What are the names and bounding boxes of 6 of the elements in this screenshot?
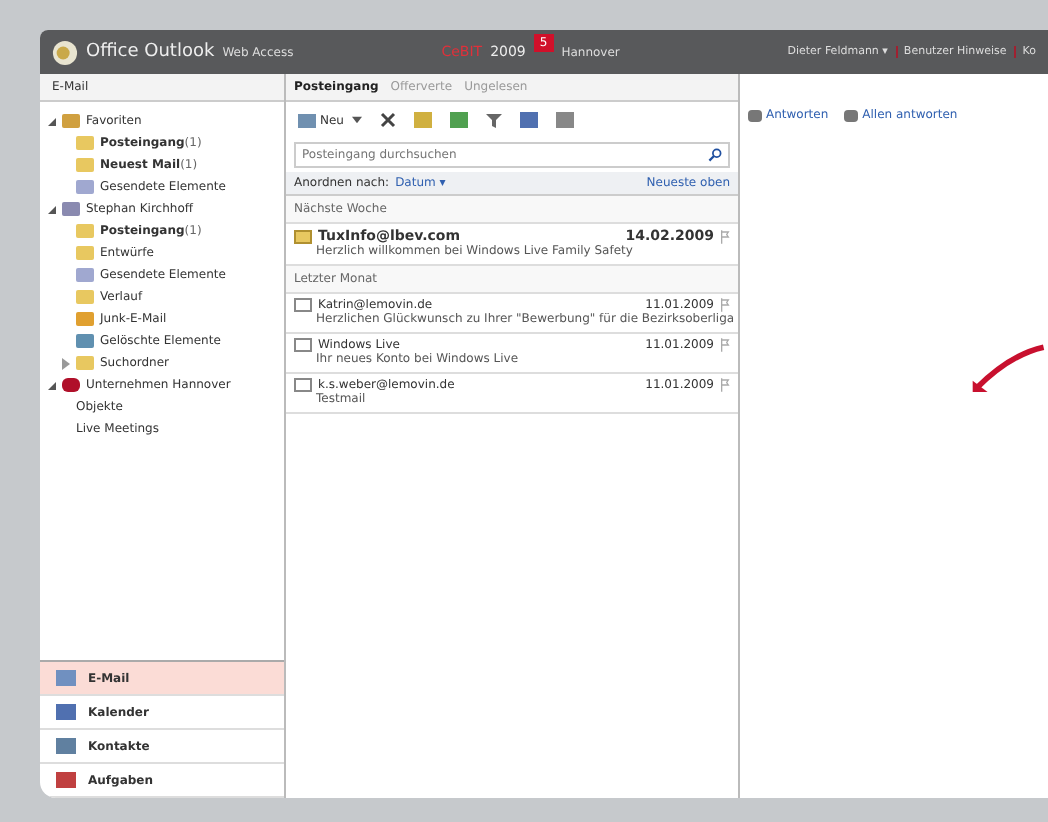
- app-title: Office Outlook: [86, 42, 215, 62]
- search-icon[interactable]: [708, 148, 722, 162]
- caret-icon[interactable]: [351, 116, 362, 124]
- delete-icon[interactable]: [379, 112, 396, 128]
- filter-icon[interactable]: [485, 112, 502, 128]
- logo-icon: [52, 39, 78, 65]
